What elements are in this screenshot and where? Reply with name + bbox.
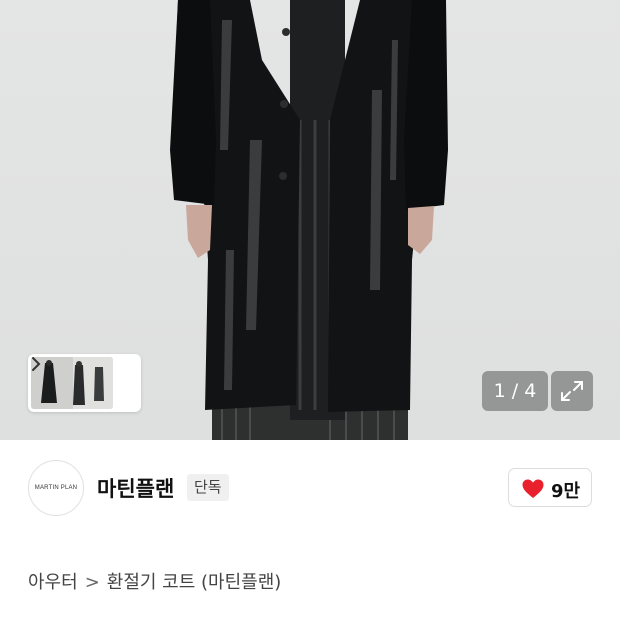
brand-row: MARTIN PLAN 마틴플랜 단독 9만 bbox=[0, 440, 620, 540]
breadcrumb-level1[interactable]: 아우터 bbox=[28, 572, 78, 593]
breadcrumb-level2[interactable]: 환절기 코트 (마틴플랜) bbox=[107, 572, 282, 593]
product-image-gallery[interactable]: 1 / 4 bbox=[0, 0, 620, 440]
product-title-fragment bbox=[28, 613, 368, 620]
heart-icon bbox=[522, 479, 544, 498]
image-counter: 1 / 4 bbox=[482, 371, 548, 411]
like-count: 9만 bbox=[551, 481, 581, 502]
thumbnail-strip[interactable] bbox=[28, 354, 141, 412]
brand-logo-text: MARTIN PLAN bbox=[34, 485, 78, 491]
like-button[interactable]: 9만 bbox=[508, 468, 592, 507]
product-title-cropped bbox=[28, 611, 368, 620]
counter-total: 4 bbox=[524, 380, 537, 402]
exclusive-badge: 단독 bbox=[187, 474, 229, 501]
brand-logo[interactable]: MARTIN PLAN bbox=[28, 460, 84, 516]
counter-separator: / bbox=[505, 380, 525, 402]
chevron-right-icon[interactable] bbox=[28, 354, 44, 374]
breadcrumb: 아우터 > 환절기 코트 (마틴플랜) bbox=[28, 568, 281, 594]
expand-button[interactable] bbox=[551, 371, 593, 411]
counter-current: 1 bbox=[493, 380, 506, 402]
brand-name[interactable]: 마틴플랜 bbox=[97, 473, 174, 503]
chevron-right-icon: > bbox=[84, 572, 100, 593]
expand-icon bbox=[561, 381, 583, 401]
